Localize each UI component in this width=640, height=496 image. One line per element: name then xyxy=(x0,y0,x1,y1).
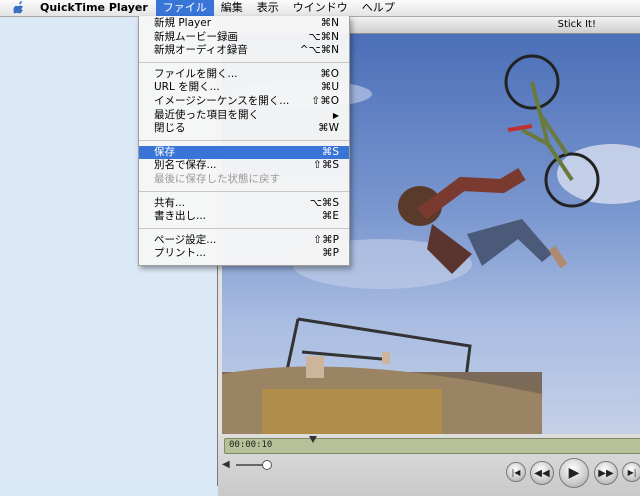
menu-item-label: 新規 Player xyxy=(154,17,212,29)
shortcut-label: ^⌥⌘N xyxy=(299,44,339,57)
shortcut-label: ⌘O xyxy=(320,67,339,80)
playhead-icon[interactable] xyxy=(309,436,317,443)
menu-item-label: 別名で保存... xyxy=(154,159,217,172)
shortcut-label: ⇧⌘S xyxy=(313,159,339,172)
menu-item-save-as[interactable]: 別名で保存... ⇧⌘S xyxy=(139,159,349,173)
shortcut-label: ⇧⌘P xyxy=(313,233,339,246)
menu-item-label: 保存 xyxy=(154,145,175,158)
menu-item-label: 共有... xyxy=(154,196,186,209)
menu-item-label: 新規オーディオ録音 xyxy=(154,44,248,57)
menu-help[interactable]: ヘルプ xyxy=(355,0,402,16)
shortcut-label: ⌥⌘S xyxy=(309,196,339,209)
menu-item-label: 閉じる xyxy=(154,122,186,135)
go-to-end-button[interactable]: ▶| xyxy=(622,462,640,482)
file-menu-dropdown: 新規 Player ⌘N 新規ムービー録画 ⌥⌘N 新規オーディオ録音 ^⌥⌘N ファ… xyxy=(138,16,350,266)
shortcut-label: ⌘E xyxy=(321,210,339,223)
menu-item-label: URL を開く... xyxy=(154,81,220,94)
menu-separator xyxy=(139,190,349,192)
menu-item-open-recent[interactable]: 最近使った項目を開く ▶ xyxy=(139,109,349,123)
go-to-start-button[interactable]: |◀ xyxy=(506,462,526,482)
timeline-scrubber[interactable]: 00:00:10 xyxy=(224,436,640,454)
menu-window[interactable]: ウインドウ xyxy=(286,0,355,16)
menu-item-page-setup[interactable]: ページ設定... ⇧⌘P xyxy=(139,234,349,248)
menu-item-revert: 最後に保存した状態に戻す xyxy=(139,173,349,187)
shortcut-label: ⌘S xyxy=(321,145,339,158)
shortcut-label: ⇧⌘O xyxy=(311,94,339,107)
menu-item-share[interactable]: 共有... ⌥⌘S xyxy=(139,197,349,211)
apple-menu-icon[interactable] xyxy=(8,0,30,16)
menu-item-label: イメージシーケンスを開く... xyxy=(154,94,290,107)
menu-bar: QuickTime Player ファイル 編集 表示 ウインドウ ヘルプ xyxy=(0,0,640,17)
submenu-arrow-icon: ▶ xyxy=(332,110,339,120)
playback-controls: 00:00:10 ◀ |◀ ◀◀ ▶ ▶▶ ▶| xyxy=(218,434,640,496)
speaker-icon: ◀ xyxy=(222,459,230,470)
menu-item-open-image-sequence[interactable]: イメージシーケンスを開く... ⇧⌘O xyxy=(139,95,349,109)
menu-item-close[interactable]: 閉じる ⌘W xyxy=(139,122,349,136)
shortcut-label: ⌥⌘N xyxy=(308,30,339,43)
volume-knob[interactable] xyxy=(262,460,272,470)
menu-separator xyxy=(139,61,349,63)
menu-item-label: プリント... xyxy=(154,247,207,260)
app-name-menu[interactable]: QuickTime Player xyxy=(30,0,156,16)
shortcut-label: ⌘U xyxy=(320,81,339,94)
fast-forward-icon: ▶▶ xyxy=(598,467,614,479)
menu-item-label: ファイルを開く... xyxy=(154,67,238,80)
menu-separator xyxy=(139,139,349,141)
skip-back-icon: |◀ xyxy=(511,467,521,477)
shortcut-label: ⌘P xyxy=(322,247,339,260)
menu-separator xyxy=(139,227,349,229)
menu-item-export[interactable]: 書き出し... ⌘E xyxy=(139,210,349,224)
menu-edit[interactable]: 編集 xyxy=(214,0,250,16)
menu-item-open-file[interactable]: ファイルを開く... ⌘O xyxy=(139,68,349,82)
fast-forward-button[interactable]: ▶▶ xyxy=(594,461,618,485)
rewind-button[interactable]: ◀◀ xyxy=(530,461,554,485)
window-title: Stick It! xyxy=(557,19,596,30)
play-button[interactable]: ▶ xyxy=(559,458,589,488)
menu-item-new-movie-recording[interactable]: 新規ムービー録画 ⌥⌘N xyxy=(139,31,349,45)
menu-item-open-url[interactable]: URL を開く... ⌘U xyxy=(139,81,349,95)
rewind-icon: ◀◀ xyxy=(534,467,550,479)
skip-forward-icon: ▶| xyxy=(627,467,637,477)
menu-view[interactable]: 表示 xyxy=(250,0,286,16)
menu-item-new-audio-recording[interactable]: 新規オーディオ録音 ^⌥⌘N xyxy=(139,44,349,58)
menu-item-save[interactable]: 保存 ⌘S xyxy=(139,145,349,160)
menu-item-label: 新規ムービー録画 xyxy=(154,30,238,43)
menu-item-print[interactable]: プリント... ⌘P xyxy=(139,247,349,261)
shortcut-label: ⌘W xyxy=(318,122,339,135)
play-icon: ▶ xyxy=(568,465,580,481)
menu-item-label: 書き出し... xyxy=(154,210,207,223)
volume-control[interactable]: ◀ xyxy=(222,459,274,470)
shortcut-label: ⌘N xyxy=(320,17,339,29)
menu-item-new-player[interactable]: 新規 Player ⌘N xyxy=(139,17,349,31)
menu-file[interactable]: ファイル xyxy=(155,0,214,16)
menu-item-label: 最後に保存した状態に戻す xyxy=(154,172,280,185)
menu-item-label: 最近使った項目を開く xyxy=(154,108,259,121)
menu-item-label: ページ設定... xyxy=(154,233,217,246)
timecode-display: 00:00:10 xyxy=(229,440,273,450)
